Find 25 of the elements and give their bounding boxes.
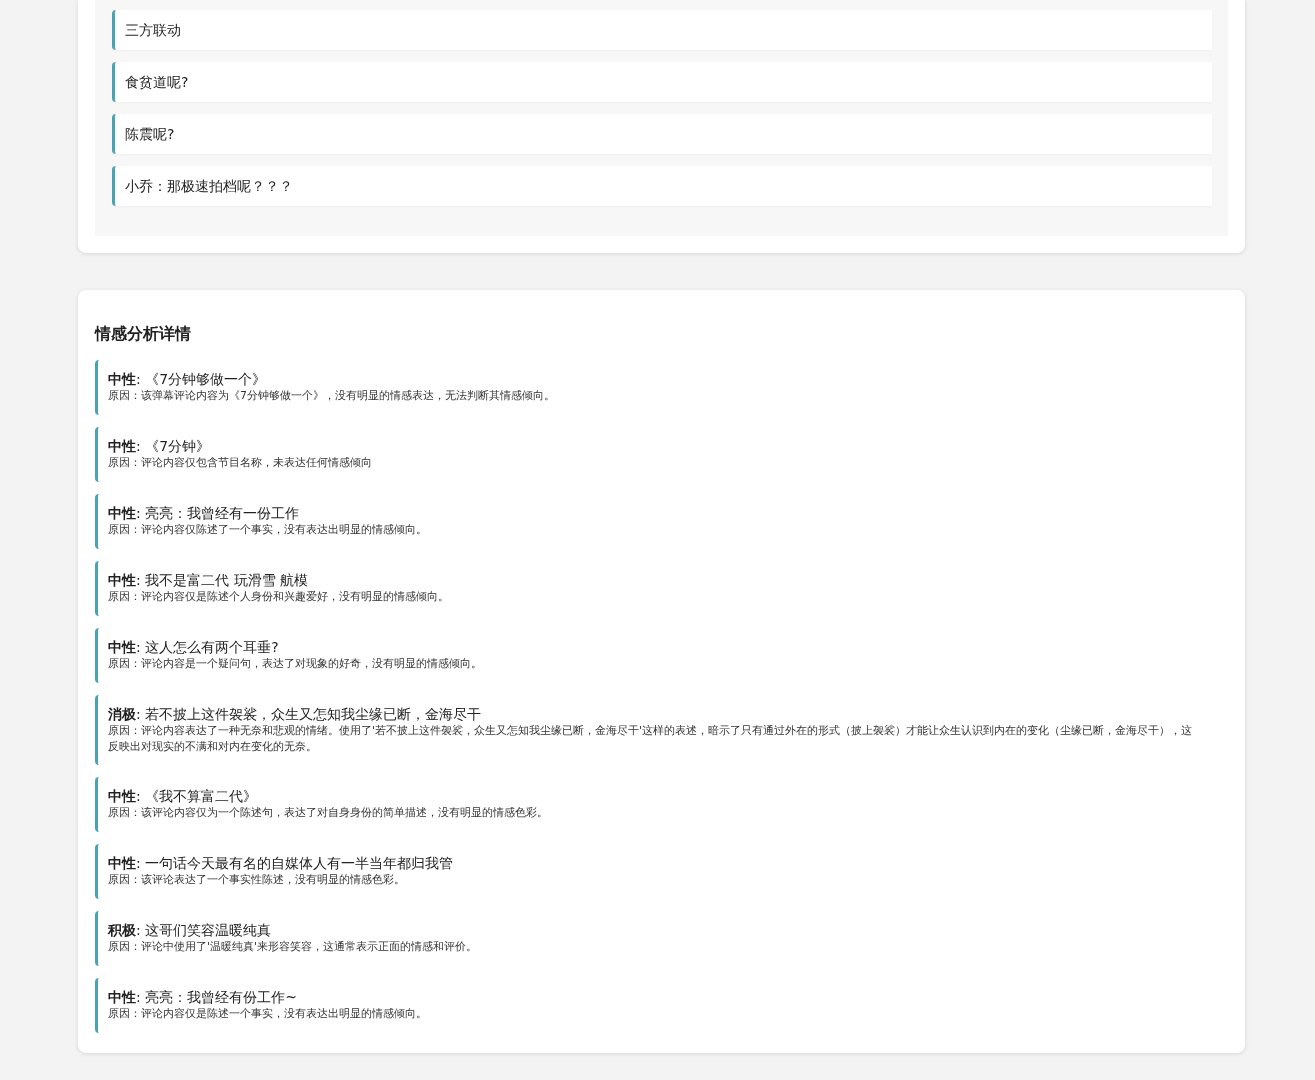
sentiment-heading: 中性: 《7分钟够做一个》 bbox=[108, 370, 268, 388]
sentiment-reason: 原因：该弹幕评论内容为《7分钟够做一个》，没有明显的情感表达，无法判断其情感倾向。 bbox=[108, 388, 556, 404]
comment-item: 小乔：那极速拍档呢？？？ bbox=[112, 166, 1212, 206]
comment-item: 陈震呢? bbox=[112, 114, 1212, 154]
sentiment-heading: 中性: 亮亮：我曾经有份工作~ bbox=[108, 988, 298, 1006]
sentiment-heading: 中性: 我不是富二代 玩滑雪 航模 bbox=[108, 571, 310, 589]
sentiment-reason: 原因：该评论表达了一个事实性陈述，没有明显的情感色彩。 bbox=[108, 872, 406, 888]
sentiment-reason: 原因：评论中使用了'温暖纯真'来形容笑容，这通常表示正面的情感和评价。 bbox=[108, 939, 479, 955]
sentiment-reason: 原因：评论内容仅包含节目名称，未表达任何情感倾向 bbox=[108, 455, 373, 471]
sentiment-reason: 原因：评论内容仅是陈述一个事实，没有表达出明显的情感倾向。 bbox=[108, 1006, 428, 1022]
sentiment-heading: 中性: 这人怎么有两个耳垂? bbox=[108, 638, 280, 656]
sentiment-heading: 中性: 《我不算富二代》 bbox=[108, 787, 259, 805]
sentiment-heading: 中性: 《7分钟》 bbox=[108, 437, 212, 455]
sentiment-reason: 原因：评论内容是一个疑问句，表达了对现象的好奇，没有明显的情感倾向。 bbox=[108, 656, 483, 672]
sentiment-reason: 原因：评论内容仅陈述了一个事实，没有表达出明显的情感倾向。 bbox=[108, 522, 428, 538]
comment-item: 食贫道呢? bbox=[112, 62, 1212, 102]
section-title: 情感分析详情 bbox=[95, 323, 191, 345]
sentiment-reason: 原因：评论内容表达了一种无奈和悲观的情绪。使用了'若不披上这件袈裟，众生又怎知我尘缘已断，金海尽干'这样的表述，暗示了只有通过外在的形式（披上袈裟）才能让众生认识到内在的变化（尘缘已断，金海尽干），这反映出对现实的不满和对内在变化的无奈。 bbox=[108, 723, 1194, 755]
sentiment-heading: 积极: 这哥们笑容温暖纯真 bbox=[108, 921, 273, 939]
sentiment-heading: 消极: 若不披上这件袈裟，众生又怎知我尘缘已断，金海尽干 bbox=[108, 705, 483, 723]
comment-item: 三方联动 bbox=[112, 10, 1212, 50]
sentiment-reason: 原因：评论内容仅是陈述个人身份和兴趣爱好，没有明显的情感倾向。 bbox=[108, 589, 450, 605]
sentiment-heading: 中性: 亮亮：我曾经有一份工作 bbox=[108, 504, 301, 522]
sentiment-reason: 原因：该评论内容仅为一个陈述句，表达了对自身身份的简单描述，没有明显的情感色彩。 bbox=[108, 805, 549, 821]
sentiment-heading: 中性: 一句话今天最有名的自媒体人有一半当年都归我管 bbox=[108, 854, 455, 872]
